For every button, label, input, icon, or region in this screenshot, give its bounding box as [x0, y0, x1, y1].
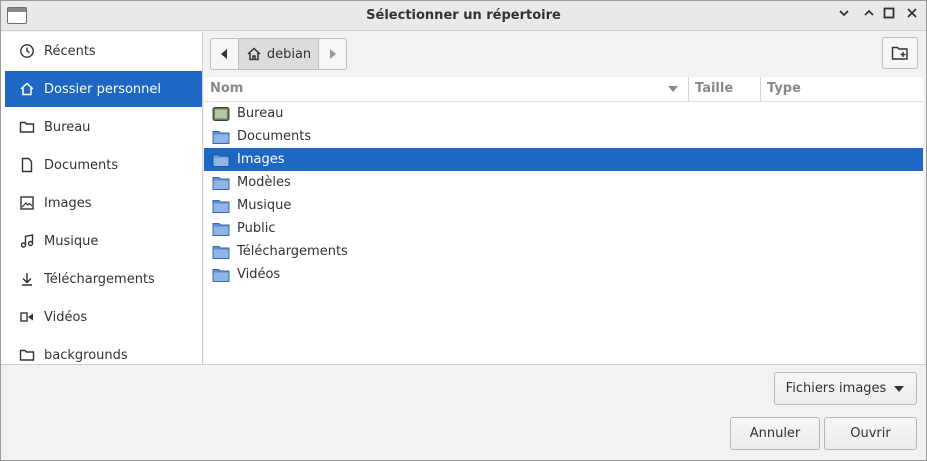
maximize-icon	[883, 7, 895, 19]
chevron-up-icon	[864, 9, 874, 16]
places-sidebar: Récents Dossier personnel Bureau Documen…	[1, 32, 203, 364]
download-icon	[18, 270, 36, 288]
sidebar-item-label: backgrounds	[44, 347, 128, 363]
column-separator[interactable]	[760, 77, 761, 101]
folder-icon	[212, 152, 230, 168]
column-separator[interactable]	[688, 77, 689, 101]
home-icon	[18, 80, 36, 98]
file-name: Modèles	[237, 175, 291, 190]
folder-icon	[18, 118, 36, 136]
clock-icon	[18, 42, 36, 60]
sidebar-item-pictures[interactable]: Images	[5, 185, 202, 221]
file-filter-dropdown[interactable]: Fichiers images	[774, 372, 917, 405]
table-row[interactable]: Musique	[204, 194, 923, 217]
sidebar-item-home[interactable]: Dossier personnel	[5, 71, 202, 107]
path-crumb-label: debian	[266, 46, 312, 62]
sidebar-item-label: Dossier personnel	[44, 81, 162, 97]
folder-icon	[212, 267, 230, 283]
column-header-type[interactable]: Type	[767, 77, 801, 101]
sidebar-item-label: Téléchargements	[44, 271, 155, 287]
minimize-button[interactable]	[836, 7, 852, 23]
sidebar-item-backgrounds[interactable]: backgrounds	[5, 337, 202, 364]
new-folder-button[interactable]	[882, 37, 918, 69]
sort-down-icon[interactable]	[667, 85, 679, 93]
folder-icon	[212, 175, 230, 191]
image-icon	[18, 194, 36, 212]
file-name: Vidéos	[237, 267, 281, 282]
new-folder-icon	[891, 46, 908, 60]
sidebar-item-label: Musique	[44, 233, 99, 249]
close-button[interactable]	[904, 7, 920, 23]
sidebar-item-music[interactable]: Musique	[5, 223, 202, 259]
file-list: Nom Taille Type Bureau Documents Images …	[204, 77, 923, 364]
column-header-name[interactable]: Nom	[210, 77, 243, 101]
file-name: Public	[237, 221, 276, 236]
sidebar-item-label: Récents	[44, 43, 96, 59]
sidebar-item-recent[interactable]: Récents	[5, 33, 202, 69]
maximize-button[interactable]	[861, 7, 877, 23]
table-row[interactable]: Téléchargements	[204, 240, 923, 263]
path-crumb-home[interactable]: debian	[237, 39, 320, 69]
document-icon	[18, 156, 36, 174]
file-name: Documents	[237, 129, 312, 144]
chevron-down-icon	[839, 10, 849, 17]
sidebar-item-label: Documents	[44, 157, 119, 173]
file-name: Bureau	[237, 106, 284, 121]
table-row[interactable]: Public	[204, 217, 923, 240]
sidebar-item-videos[interactable]: Vidéos	[5, 299, 202, 335]
sidebar-item-label: Images	[44, 195, 92, 211]
file-name: Images	[237, 152, 285, 167]
sidebar-item-label: Bureau	[44, 119, 91, 135]
main-pane: debian Nom Taille Type Bureau Documents …	[204, 32, 926, 364]
file-name: Musique	[237, 198, 292, 213]
music-icon	[18, 232, 36, 250]
table-row[interactable]: Bureau	[204, 102, 923, 125]
file-name: Téléchargements	[237, 244, 348, 259]
column-header-size[interactable]: Taille	[695, 77, 733, 101]
sidebar-item-desktop[interactable]: Bureau	[5, 109, 202, 145]
cancel-button[interactable]: Annuler	[730, 417, 820, 450]
desktop-folder-icon	[212, 106, 230, 122]
folder-icon	[212, 244, 230, 260]
folder-icon	[212, 198, 230, 214]
video-icon	[18, 308, 36, 326]
folder-icon	[212, 221, 230, 237]
close-icon	[907, 8, 917, 18]
home-icon	[247, 47, 261, 61]
chevron-right-icon	[329, 49, 336, 59]
chevron-left-icon	[221, 49, 228, 59]
open-label: Ouvrir	[850, 426, 891, 441]
table-row[interactable]: Vidéos	[204, 263, 923, 286]
sidebar-item-documents[interactable]: Documents	[5, 147, 202, 183]
path-bar: debian	[210, 38, 347, 70]
path-back-button[interactable]	[211, 39, 238, 69]
table-row[interactable]: Documents	[204, 125, 923, 148]
dialog-title: Sélectionner un répertoire	[366, 8, 561, 23]
dialog-footer: Fichiers images Annuler Ouvrir	[1, 364, 926, 460]
cancel-label: Annuler	[749, 426, 801, 441]
path-forward-button[interactable]	[319, 39, 346, 69]
sidebar-item-label: Vidéos	[44, 309, 88, 325]
restore-button[interactable]	[881, 7, 897, 23]
table-row[interactable]: Images	[204, 148, 923, 171]
title-bar: Sélectionner un répertoire	[1, 1, 926, 31]
folder-icon	[18, 346, 36, 364]
chevron-down-icon	[894, 385, 905, 392]
file-filter-label: Fichiers images	[785, 381, 887, 396]
open-button[interactable]: Ouvrir	[824, 417, 917, 450]
file-chooser-dialog: Sélectionner un répertoire Récents Dossi…	[0, 0, 927, 461]
folder-icon	[212, 129, 230, 145]
table-row[interactable]: Modèles	[204, 171, 923, 194]
sidebar-item-downloads[interactable]: Téléchargements	[5, 261, 202, 297]
